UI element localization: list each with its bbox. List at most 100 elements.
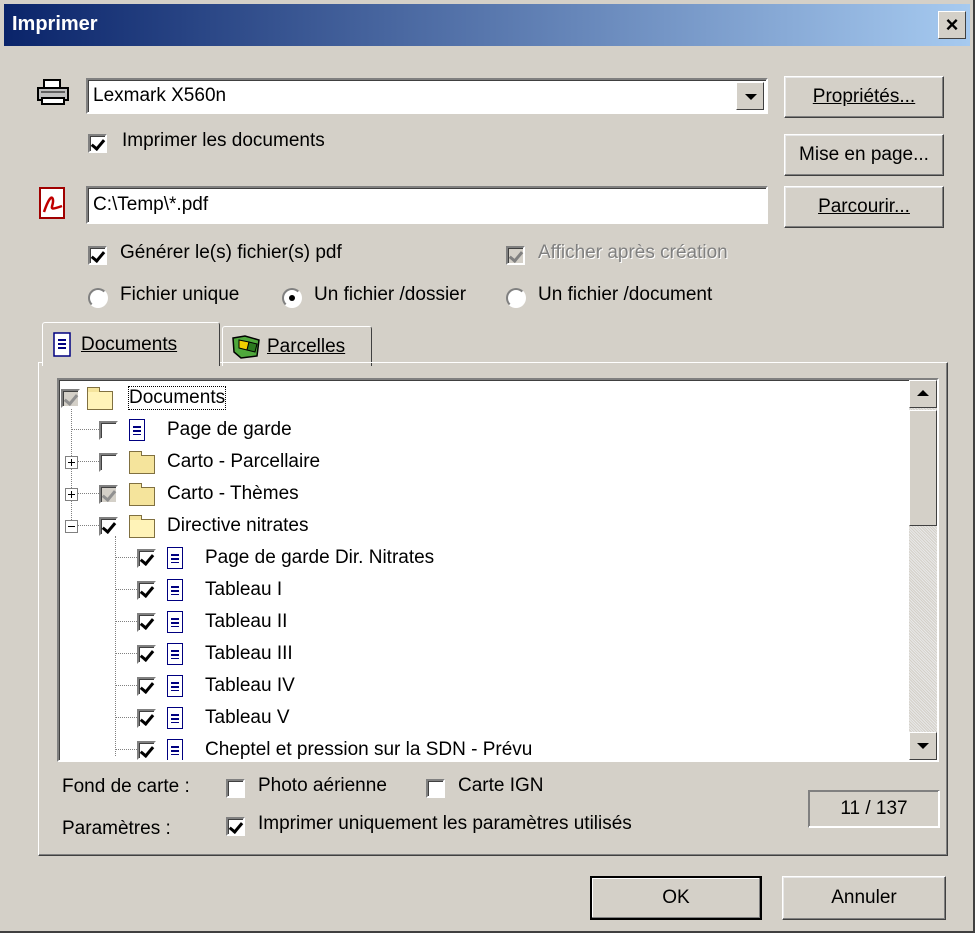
expand-plus-icon[interactable] bbox=[65, 488, 78, 501]
document-icon bbox=[167, 611, 183, 633]
print-documents-label: Imprimer les documents bbox=[122, 130, 325, 151]
tree-item-tableau-i[interactable]: Tableau I bbox=[59, 576, 909, 606]
tree-item-label: Directive nitrates bbox=[167, 515, 309, 536]
cancel-button[interactable]: Annuler bbox=[782, 876, 946, 920]
tree-item-carto-parcellaire[interactable]: Carto - Parcellaire bbox=[59, 448, 909, 478]
radio-file-per-document-label: Un fichier /document bbox=[538, 284, 713, 305]
tree-item-carto-themes[interactable]: Carto - Thèmes bbox=[59, 480, 909, 510]
tree-item-directive-nitrates[interactable]: Directive nitrates bbox=[59, 512, 909, 542]
document-count: 11 / 137 bbox=[808, 790, 940, 828]
tree-item-label: Tableau III bbox=[205, 643, 293, 664]
document-icon bbox=[167, 643, 183, 665]
parcels-map-icon bbox=[232, 334, 260, 359]
document-icon bbox=[167, 675, 183, 697]
close-button[interactable]: × bbox=[938, 11, 966, 39]
tree-item-checkbox[interactable] bbox=[137, 741, 156, 760]
document-count-value: 11 / 137 bbox=[840, 798, 908, 819]
pdf-path-value: C:\Temp\*.pdf bbox=[93, 194, 209, 215]
tree-item-documents[interactable]: Documents bbox=[59, 384, 909, 414]
browse-button[interactable]: Parcourir... bbox=[784, 186, 944, 228]
tree-item-tableau-iv[interactable]: Tableau IV bbox=[59, 672, 909, 702]
ok-button-label: OK bbox=[662, 887, 690, 908]
tab-parcels-label: Parcelles bbox=[267, 335, 346, 357]
params-label: Paramètres : bbox=[62, 818, 171, 839]
basemap-label: Fond de carte : bbox=[62, 776, 190, 797]
radio-single-file-label: Fichier unique bbox=[120, 284, 240, 305]
pdf-path-field[interactable]: C:\Temp\*.pdf bbox=[86, 186, 768, 224]
tree-item-checkbox[interactable] bbox=[137, 677, 156, 696]
properties-button[interactable]: Propriétés... bbox=[784, 76, 944, 118]
tree-item-checkbox[interactable] bbox=[61, 389, 80, 408]
tree-item-checkbox[interactable] bbox=[137, 549, 156, 568]
scroll-up-icon[interactable] bbox=[909, 380, 937, 408]
radio-single-file[interactable] bbox=[88, 288, 108, 308]
show-after-creation-label: Afficher après création bbox=[538, 242, 728, 263]
tree-item-label: Tableau IV bbox=[205, 675, 295, 696]
tree-item-tableau-iii[interactable]: Tableau III bbox=[59, 640, 909, 670]
document-icon bbox=[167, 707, 183, 729]
radio-file-per-folder[interactable] bbox=[282, 288, 302, 308]
printer-select[interactable]: Lexmark X560n bbox=[86, 78, 768, 114]
page-setup-button[interactable]: Mise en page... bbox=[784, 134, 944, 176]
tree-item-label: Cheptel et pression sur la SDN - Prévu bbox=[205, 739, 533, 760]
radio-file-per-folder-label: Un fichier /dossier bbox=[314, 284, 467, 305]
only-used-params-checkbox[interactable] bbox=[226, 817, 245, 836]
tab-documents-label: Documents bbox=[81, 333, 178, 355]
tree-item-label: Tableau V bbox=[205, 707, 290, 728]
print-dialog: Imprimer × Lexmark X560n Propriétés... I… bbox=[0, 0, 975, 933]
folder-icon bbox=[129, 451, 155, 474]
tree-item-checkbox[interactable] bbox=[99, 485, 118, 504]
ok-button[interactable]: OK bbox=[590, 876, 762, 920]
tree-item-cheptel[interactable]: Cheptel et pression sur la SDN - Prévu bbox=[59, 736, 909, 760]
browse-button-label: Parcourir... bbox=[818, 196, 910, 217]
print-documents-checkbox[interactable] bbox=[88, 134, 107, 153]
tree-item-label: Tableau I bbox=[205, 579, 283, 600]
tree-item-page-de-garde-nitrates[interactable]: Page de garde Dir. Nitrates bbox=[59, 544, 909, 574]
title-bar: Imprimer × bbox=[4, 4, 970, 46]
chevron-down-icon[interactable] bbox=[736, 82, 764, 110]
aerial-photo-checkbox[interactable] bbox=[226, 779, 245, 798]
page-setup-button-label: Mise en page... bbox=[799, 144, 929, 165]
tree-item-checkbox[interactable] bbox=[99, 453, 118, 472]
folder-open-icon bbox=[129, 515, 155, 538]
only-used-params-label: Imprimer uniquement les paramètres utili… bbox=[258, 813, 632, 834]
generate-pdf-label: Générer le(s) fichier(s) pdf bbox=[120, 242, 342, 263]
tab-parcels[interactable]: Parcelles bbox=[222, 326, 372, 366]
tree-item-page-de-garde[interactable]: Page de garde bbox=[59, 416, 909, 446]
tab-documents[interactable]: Documents bbox=[42, 322, 220, 366]
tree-item-checkbox[interactable] bbox=[99, 421, 118, 440]
tree-item-label: Documents bbox=[127, 386, 227, 410]
tree-item-checkbox[interactable] bbox=[137, 581, 156, 600]
tree-item-checkbox[interactable] bbox=[99, 517, 118, 536]
folder-open-icon bbox=[87, 387, 113, 410]
document-tree[interactable]: Documents Page de garde Carto - Parcella… bbox=[57, 378, 939, 762]
collapse-minus-icon[interactable] bbox=[65, 520, 78, 533]
pdf-icon bbox=[39, 187, 65, 219]
generate-pdf-checkbox[interactable] bbox=[88, 246, 107, 265]
tree-item-tableau-ii[interactable]: Tableau II bbox=[59, 608, 909, 638]
folder-icon bbox=[129, 483, 155, 506]
expand-plus-icon[interactable] bbox=[65, 456, 78, 469]
document-icon bbox=[167, 739, 183, 760]
document-icon bbox=[129, 419, 145, 441]
document-icon bbox=[167, 579, 183, 601]
radio-file-per-document[interactable] bbox=[506, 288, 526, 308]
printer-icon bbox=[37, 79, 69, 105]
scroll-thumb[interactable] bbox=[909, 410, 937, 526]
printer-select-value: Lexmark X560n bbox=[93, 85, 227, 106]
show-after-creation-checkbox[interactable] bbox=[506, 246, 525, 265]
tree-item-checkbox[interactable] bbox=[137, 613, 156, 632]
scroll-down-icon[interactable] bbox=[909, 732, 937, 760]
ign-map-checkbox[interactable] bbox=[426, 779, 445, 798]
tree-scrollbar[interactable] bbox=[909, 380, 937, 760]
tree-item-tableau-v[interactable]: Tableau V bbox=[59, 704, 909, 734]
ign-map-label: Carte IGN bbox=[458, 775, 544, 796]
window-title: Imprimer bbox=[12, 13, 98, 35]
document-icon bbox=[53, 331, 71, 357]
tree-item-label: Page de garde bbox=[167, 419, 292, 440]
document-icon bbox=[167, 547, 183, 569]
tree-item-checkbox[interactable] bbox=[137, 709, 156, 728]
tree-item-label: Carto - Parcellaire bbox=[167, 451, 321, 472]
tree-item-label: Carto - Thèmes bbox=[167, 483, 299, 504]
tree-item-checkbox[interactable] bbox=[137, 645, 156, 664]
